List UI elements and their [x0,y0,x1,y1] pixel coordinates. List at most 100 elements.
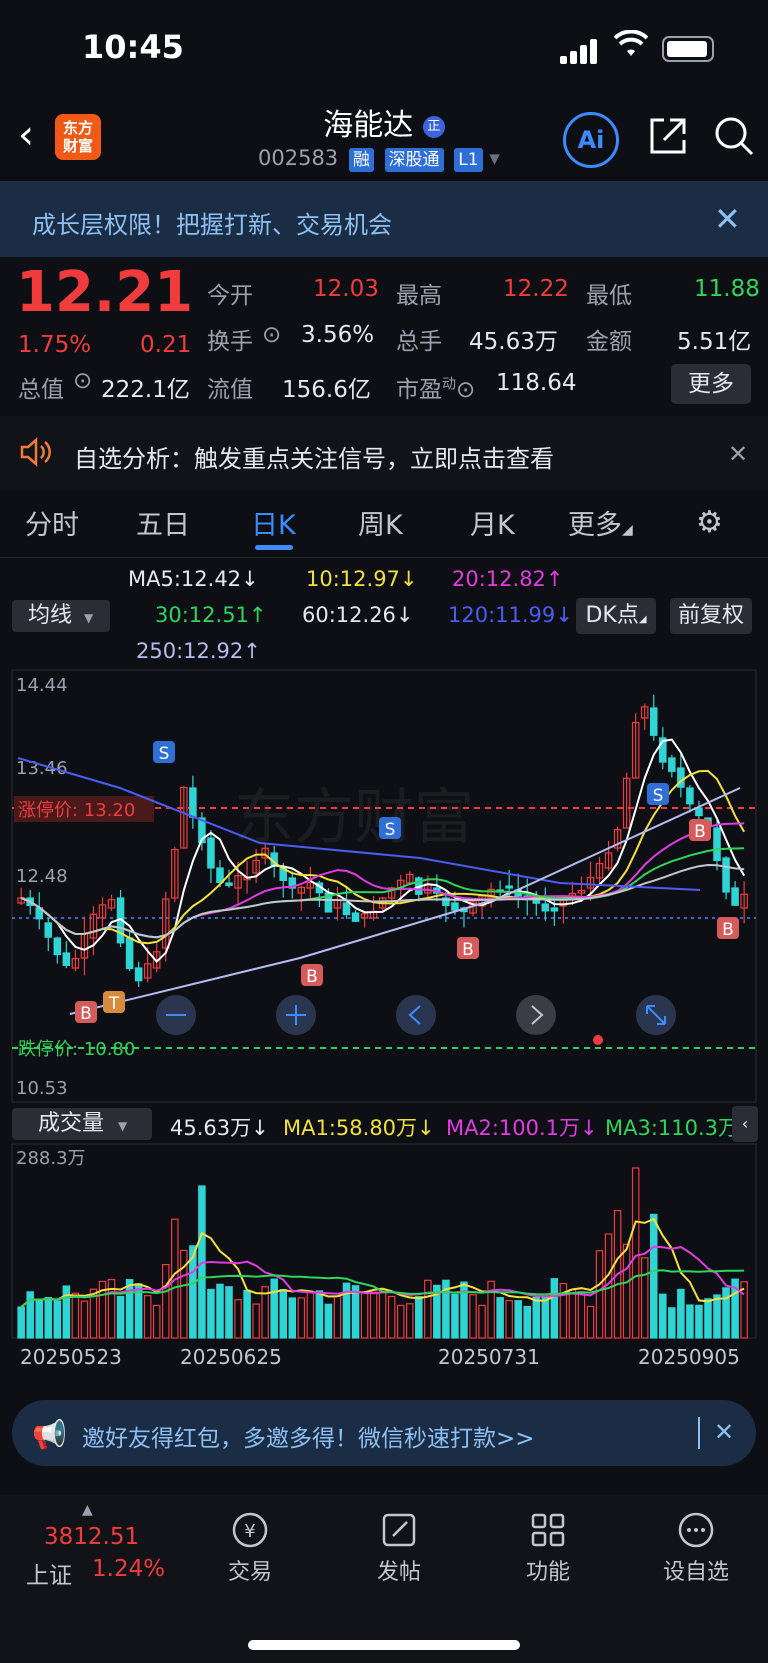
volume-chart[interactable]: 288.3万 20250523 20250625 20250731 202509… [0,1140,768,1380]
watermark: 东方财富 [234,783,474,853]
close-icon[interactable]: ✕ [714,200,741,238]
search-icon[interactable] [712,114,756,162]
ai-button[interactable]: Ai [563,112,619,168]
dk-button[interactable]: DK点◢ [576,598,656,634]
close-icon[interactable]: ✕ [714,1418,734,1446]
volume-bar [595,1250,604,1339]
ma30-label: 30:12.51↑ [155,603,267,627]
gear-icon[interactable]: ⚙ [696,505,723,540]
volume-bar [523,1305,532,1339]
yen-icon: ¥ [190,1510,310,1554]
tag-margin: 融 [348,148,374,172]
stock-code: 002583 [258,146,339,170]
kline-chart[interactable]: 14.44 13.46 12.48 10.53 东方财富 涨停价: 13.20 … [0,668,768,1108]
stock-code-row: 002583 融 深股通 L1 ▾ [258,146,500,172]
info-icon[interactable]: ⊙ [262,322,281,348]
volume-bar [125,1279,134,1339]
volume-bar [324,1303,333,1339]
battery-icon [662,36,714,62]
tab-daily[interactable]: 日K [251,503,296,542]
tab-intraday[interactable]: 分时 [25,503,79,542]
candle [532,899,541,904]
ma-selector[interactable]: 均线 ▼ [12,600,110,632]
volume-bar [360,1291,369,1339]
candle [342,902,351,916]
mktcap-value: 222.1亿 [101,377,190,403]
ma120-label: 120:11.99↓ [448,603,573,627]
divider [0,557,768,558]
date-label: 20250523 [20,1345,122,1369]
volume-bar [704,1298,712,1339]
volume-selector[interactable]: 成交量 ▼ [12,1108,152,1140]
share-icon[interactable] [646,114,690,162]
limit-down-label: 跌停价: 10.80 [18,1039,135,1060]
volume-bar [35,1299,43,1339]
volume-bar [505,1299,513,1339]
candle [713,827,721,862]
candle [541,903,550,912]
nav-function[interactable]: 功能 [488,1510,608,1586]
volume-bar [405,1303,414,1339]
y-label-min: 10.53 [16,1078,68,1099]
volume-bar [550,1278,559,1339]
candle [649,707,658,736]
tab-monthly[interactable]: 月K [470,503,515,542]
volume-bar [270,1278,278,1339]
nav-post[interactable]: 发帖 [339,1510,459,1586]
volume-bar [17,1306,25,1339]
tab-more[interactable]: 更多◢ [568,503,633,542]
notice-text: 自选分析：触发重点关注信号，立即点击查看 [74,445,554,473]
info-icon[interactable]: ⊙ [73,368,92,394]
ma5-label: MA5:12.42↓ [128,567,259,591]
candle [505,885,513,889]
tab-5day[interactable]: 五日 [136,503,190,542]
chart-controls [156,995,676,1045]
amount-value: 5.51亿 [677,329,752,355]
signal-label: B [306,967,318,987]
wifi-icon [613,29,649,65]
volume-bar [541,1296,550,1339]
volume-label: 总手 [396,329,442,355]
volume-bar [713,1294,721,1339]
close-icon[interactable]: ✕ [728,440,748,468]
tab-weekly[interactable]: 周K [358,503,403,542]
candle [125,937,134,970]
nav-add-watchlist[interactable]: 设自选 [636,1510,756,1586]
prev-icon[interactable] [396,995,436,1035]
candle [686,787,694,805]
volume-bar [252,1303,260,1339]
vol-ma1: MA1:58.80万↓ [283,1116,435,1140]
active-tab-indicator [255,545,293,550]
candle [207,837,215,869]
volume-bar [469,1294,477,1339]
candle [668,757,676,772]
turnover-label: 换手 [207,329,253,355]
candle [225,882,233,886]
index-change: 1.24% [92,1556,166,1582]
volume-bar [568,1288,577,1339]
signal-label: S [385,820,396,840]
mktcap-label: 总值 [18,377,64,403]
volume-bar [686,1304,694,1339]
index-widget[interactable]: ▲ 3812.51 上证 1.24% [20,1502,170,1589]
volume-bar [369,1291,378,1339]
status-bar: 10:45 [0,0,768,100]
vol-value: 45.63万↓ [170,1116,269,1140]
collapse-icon[interactable]: ‹ [732,1106,758,1142]
adjust-button[interactable]: 前复权 [670,598,752,634]
limit-up-label: 涨停价: 13.20 [18,800,135,821]
ma20-label: 20:12.82↑ [452,567,564,591]
ma-lines [17,738,745,1015]
signal-label: B [722,920,734,940]
more-button[interactable]: 更多 [671,364,751,404]
volume-bar [451,1293,459,1339]
next-icon[interactable] [516,995,556,1035]
high-value: 12.22 [503,276,569,302]
volume-bar [207,1288,215,1339]
low-value: 11.88 [694,276,760,302]
nav-trade[interactable]: ¥ 交易 [190,1510,310,1586]
volume-bar [351,1285,360,1339]
chevron-down-icon[interactable]: ▾ [489,146,500,170]
volume-value: 45.63万 [469,329,558,355]
volume-bar [722,1287,730,1339]
